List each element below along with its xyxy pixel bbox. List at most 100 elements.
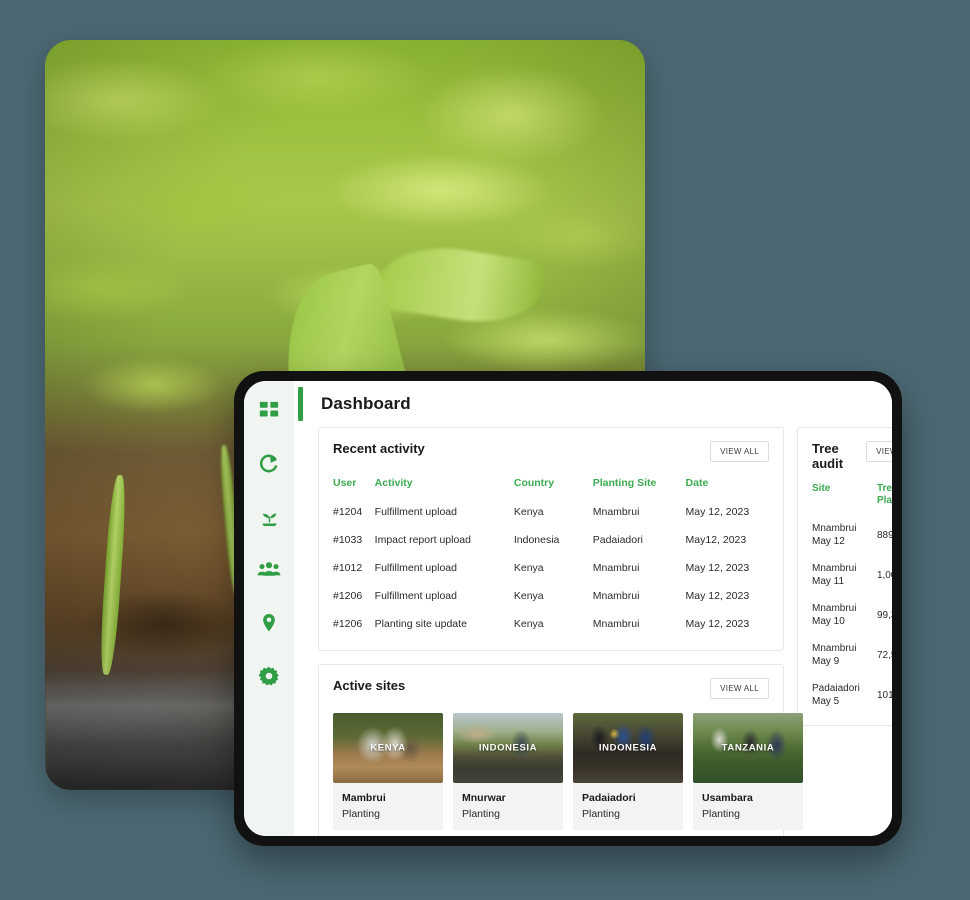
cell-site-name: Mnambrui bbox=[812, 643, 857, 654]
cell-date: May 12, 2023 bbox=[685, 506, 750, 518]
cell-trees-planted: 72,559 bbox=[876, 649, 892, 661]
site-country-label: KENYA bbox=[370, 742, 406, 754]
site-country-label: INDONESIA bbox=[478, 742, 538, 754]
site-card-usambara[interactable]: TANZANIA Usambara Planting bbox=[693, 713, 803, 830]
cell-trees-planted: 99,341 bbox=[876, 609, 892, 621]
cell-site: Padaiadori May 5 bbox=[798, 675, 877, 715]
cell-user: #1012 bbox=[333, 562, 363, 574]
cell-site-name: Mnambrui bbox=[812, 563, 857, 574]
column-header-site: Site bbox=[812, 483, 831, 494]
table-row[interactable]: #1206 Fulfillment upload Kenya Mnambrui … bbox=[319, 582, 783, 610]
cell-trees-planted: 101,923 bbox=[876, 689, 892, 701]
cell-user: #1033 bbox=[333, 534, 363, 546]
right-column: Tree audit VIEW ALL Site Trees Planted bbox=[797, 427, 892, 836]
column-header-date: Date bbox=[685, 477, 709, 489]
left-column: Recent activity VIEW ALL User Activity C… bbox=[318, 427, 803, 836]
cell-trees-planted: 1,001,172 bbox=[876, 569, 892, 581]
cell-site: Mnambrui bbox=[592, 590, 640, 602]
cell-site: Mnambrui May 12 bbox=[798, 515, 877, 555]
column-header-activity: Activity bbox=[374, 477, 413, 489]
site-card-mambrui[interactable]: KENYA Mambrui Planting bbox=[333, 713, 443, 830]
tree-audit-view-all-button[interactable]: VIEW ALL bbox=[866, 441, 892, 462]
cell-site-name: Mnambrui bbox=[812, 603, 857, 614]
site-card-mnurwar[interactable]: INDONESIA Mnurwar Planting bbox=[453, 713, 563, 830]
table-row[interactable]: #1033 Impact report upload Indonesia Pad… bbox=[319, 526, 783, 554]
cell-user: #1204 bbox=[333, 506, 363, 518]
dashboard-grid-icon[interactable] bbox=[257, 399, 281, 423]
cell-site: Mnambrui bbox=[592, 562, 640, 574]
page-header: Dashboard bbox=[294, 381, 892, 427]
table-row[interactable]: Mnambrui May 9 72,559 bbox=[798, 635, 892, 675]
table-header-row: User Activity Country Planting Site Date bbox=[319, 470, 783, 498]
cell-date: May 12, 2023 bbox=[685, 618, 750, 630]
site-thumbnail: KENYA bbox=[333, 713, 443, 783]
column-header-planting-site: Planting Site bbox=[592, 477, 657, 489]
cell-country: Kenya bbox=[513, 506, 544, 518]
cell-site-date: May 10 bbox=[812, 616, 845, 627]
site-thumbnail: TANZANIA bbox=[693, 713, 803, 783]
table-row[interactable]: #1012 Fulfillment upload Kenya Mnambrui … bbox=[319, 554, 783, 582]
active-sites-card: Active sites VIEW ALL KENYA Mambrui Plan… bbox=[318, 664, 803, 836]
cell-activity: Planting site update bbox=[374, 618, 467, 630]
active-sites-view-all-button[interactable]: VIEW ALL bbox=[710, 678, 769, 699]
people-group-icon[interactable] bbox=[257, 558, 281, 582]
cell-country: Indonesia bbox=[513, 534, 560, 546]
site-status: Planting bbox=[342, 808, 380, 820]
tree-audit-spacer bbox=[798, 715, 892, 725]
site-status: Planting bbox=[702, 808, 740, 820]
cell-site-name: Padaiadori bbox=[812, 683, 860, 694]
recent-activity-header: Recent activity VIEW ALL bbox=[319, 428, 783, 462]
cell-activity: Fulfillment upload bbox=[374, 506, 457, 518]
site-country-label: INDONESIA bbox=[598, 742, 658, 754]
cell-site-date: May 9 bbox=[812, 656, 840, 667]
tablet-device: Dashboard Recent activity VIEW ALL User … bbox=[234, 371, 902, 846]
site-name: Mambrui bbox=[342, 792, 386, 804]
column-header-user: User bbox=[333, 477, 357, 489]
recent-activity-title: Recent activity bbox=[333, 441, 425, 456]
site-meta: Mnurwar Planting bbox=[453, 783, 563, 830]
cell-date: May 12, 2023 bbox=[685, 590, 750, 602]
table-row[interactable]: Mnambrui May 12 889,875 bbox=[798, 515, 892, 555]
sidebar bbox=[244, 381, 294, 836]
cell-site-date: May 5 bbox=[812, 696, 840, 707]
cell-site-name: Mnambrui bbox=[812, 523, 857, 534]
recent-activity-view-all-button[interactable]: VIEW ALL bbox=[710, 441, 769, 462]
recent-activity-card: Recent activity VIEW ALL User Activity C… bbox=[318, 427, 784, 651]
active-sites-title: Active sites bbox=[333, 678, 406, 693]
table-row[interactable]: #1206 Planting site update Kenya Mnambru… bbox=[319, 610, 783, 638]
active-sites-header: Active sites VIEW ALL bbox=[319, 665, 783, 699]
column-header-country: Country bbox=[513, 477, 555, 489]
table-row[interactable]: Mnambrui May 11 1,001,172 bbox=[798, 555, 892, 595]
cell-activity: Impact report upload bbox=[374, 534, 471, 546]
cell-country: Kenya bbox=[513, 590, 544, 602]
seedling-icon[interactable] bbox=[257, 505, 281, 529]
table-row[interactable]: Mnambrui May 10 99,341 bbox=[798, 595, 892, 635]
cell-site: Mnambrui May 9 bbox=[798, 635, 877, 675]
gear-icon[interactable] bbox=[257, 664, 281, 688]
cell-site: Mnambrui bbox=[592, 618, 640, 630]
tablet-screen: Dashboard Recent activity VIEW ALL User … bbox=[244, 381, 892, 836]
site-name: Mnurwar bbox=[462, 792, 506, 804]
cell-date: May 12, 2023 bbox=[685, 562, 750, 574]
refresh-cycle-icon[interactable] bbox=[257, 452, 281, 476]
page-title: Dashboard bbox=[321, 394, 411, 413]
site-thumbnail: INDONESIA bbox=[573, 713, 683, 783]
cell-site-date: May 12 bbox=[812, 536, 845, 547]
column-header-trees-planted: Trees Planted bbox=[876, 483, 892, 506]
cell-country: Kenya bbox=[513, 618, 544, 630]
site-thumbnail: INDONESIA bbox=[453, 713, 563, 783]
cell-date: May12, 2023 bbox=[685, 534, 747, 546]
site-status: Planting bbox=[582, 808, 620, 820]
table-row[interactable]: Padaiadori May 5 101,923 bbox=[798, 675, 892, 715]
site-country-label: TANZANIA bbox=[721, 742, 775, 754]
location-pin-icon[interactable] bbox=[257, 611, 281, 635]
site-meta: Usambara Planting bbox=[693, 783, 803, 830]
table-row[interactable]: #1204 Fulfillment upload Kenya Mnambrui … bbox=[319, 498, 783, 526]
cell-country: Kenya bbox=[513, 562, 544, 574]
main-content: Dashboard Recent activity VIEW ALL User … bbox=[294, 381, 892, 836]
site-name: Padaiadori bbox=[582, 792, 636, 804]
cell-site: Mnambrui May 11 bbox=[798, 555, 877, 595]
recent-activity-table: User Activity Country Planting Site Date… bbox=[319, 470, 783, 638]
tree-audit-title: Tree audit bbox=[812, 441, 844, 471]
site-card-padaiadori[interactable]: INDONESIA Padaiadori Planting bbox=[573, 713, 683, 830]
